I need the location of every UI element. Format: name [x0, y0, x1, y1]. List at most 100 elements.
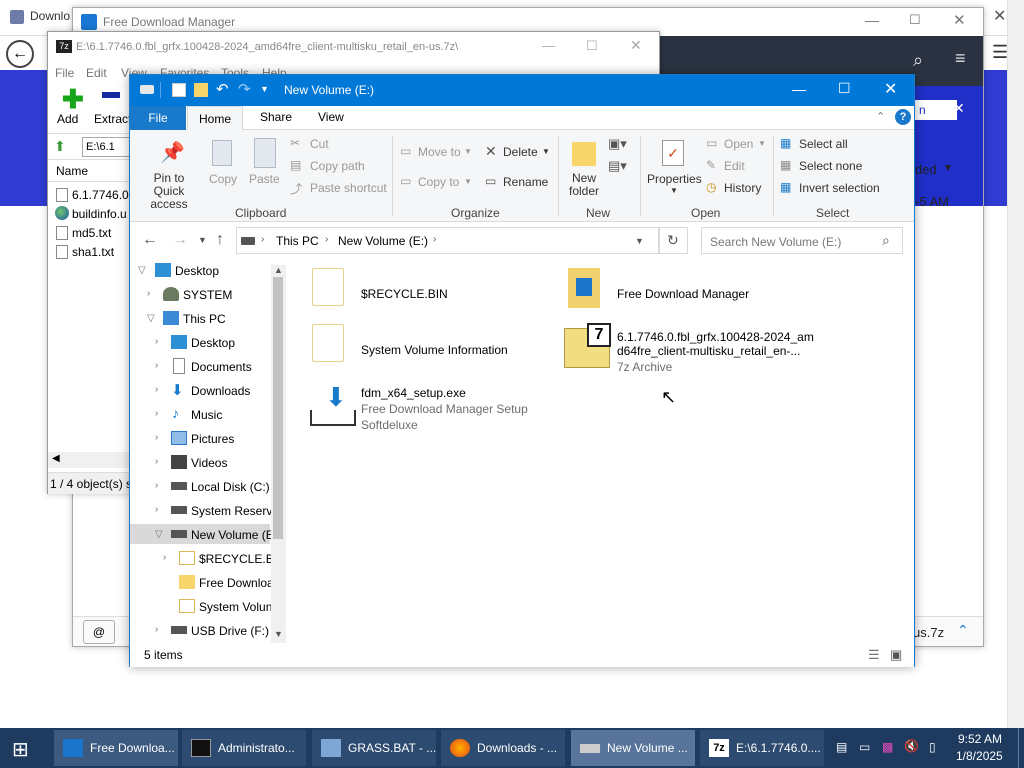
undo-icon[interactable]: ↶ [216, 80, 229, 98]
new-folder-button[interactable]: New folder [562, 136, 606, 202]
minimize-icon[interactable]: — [792, 81, 806, 97]
tab-view[interactable]: View [318, 110, 344, 124]
minimize-icon[interactable]: — [865, 12, 879, 28]
scroll-up-icon[interactable]: ▲ [274, 265, 283, 275]
tab-home[interactable]: Home [187, 106, 243, 131]
edit-button[interactable]: ✎ Edit [706, 158, 766, 176]
nav-item-desktop[interactable]: › Desktop [130, 332, 270, 352]
extract-button[interactable]: Extract [92, 84, 132, 132]
list-item[interactable]: md5.txt [54, 224, 130, 242]
easy-access-icon[interactable]: ▤▾ [608, 158, 628, 176]
list-item[interactable]: Free Download Manager [564, 268, 864, 316]
details-view-icon[interactable]: ☰ [868, 647, 880, 663]
customize-qat-icon[interactable]: ▼ [260, 84, 269, 94]
chevron-up-icon[interactable]: ⌃ [876, 110, 885, 123]
rename-button[interactable]: ▭ Rename [485, 174, 555, 192]
chevron-up-icon[interactable]: ⌃ [957, 622, 969, 639]
scroll-thumb[interactable] [273, 277, 283, 539]
tab-share[interactable]: Share [260, 110, 292, 124]
menu-file[interactable]: File [55, 66, 74, 80]
snail-icon[interactable]: @ [83, 620, 115, 644]
search-icon[interactable]: ⌕ [913, 50, 923, 71]
large-icons-view-icon[interactable]: ▣ [890, 647, 902, 663]
address-bar[interactable]: › This PC › New Volume (E:) › ▼ [236, 227, 660, 254]
scroll-down-icon[interactable]: ▼ [274, 629, 283, 639]
nav-item-system-reserved[interactable]: › System Reserve [130, 500, 279, 520]
forward-arrow-icon[interactable]: → [172, 231, 188, 249]
browser-tab-title[interactable]: Downlo [30, 9, 70, 23]
refresh-button[interactable]: ↻ [658, 227, 688, 254]
taskbar-app-explorer[interactable]: New Volume ... [571, 730, 695, 766]
chevron-left-icon[interactable]: ◀ [52, 453, 60, 464]
tab-file[interactable]: File [130, 106, 186, 130]
list-item[interactable]: $RECYCLE.BIN [308, 268, 540, 316]
paste-button[interactable]: Paste [246, 136, 286, 202]
clock-time[interactable]: 9:52 AM [958, 732, 1002, 746]
clock-date[interactable]: 1/8/2025 [956, 749, 1003, 763]
up-arrow-icon[interactable]: ↑ [216, 231, 224, 249]
list-item[interactable]: 7 6.1.7746.0.fbl_grfx.100428-2024_am d64… [560, 323, 900, 378]
taskbar-app-grass[interactable]: GRASS.BAT - ... [312, 730, 436, 766]
maximize-icon[interactable]: ☐ [909, 12, 921, 28]
copy-to-button[interactable]: ▭ Copy to ▼ [400, 174, 478, 192]
move-to-button[interactable]: ▭ Move to ▼ [400, 144, 478, 162]
add-button[interactable]: ✚ Add [52, 84, 92, 132]
recent-locations-icon[interactable]: ▼ [198, 235, 207, 245]
fdm-tab-close-icon[interactable]: ✕ [953, 100, 965, 117]
taskbar-app-cmd[interactable]: Administrato... [182, 730, 306, 766]
browser-close-icon[interactable]: ✕ [993, 6, 1006, 26]
history-button[interactable]: ◷ History [706, 180, 766, 198]
nav-item-this-pc[interactable]: ▽ This PC [130, 308, 270, 328]
properties-qat-icon[interactable] [172, 83, 186, 97]
nav-item-system-volume[interactable]: System Volun [130, 596, 272, 616]
nav-item-downloads[interactable]: › ⬇ Downloads [130, 380, 270, 400]
new-item-icon[interactable]: ▣▾ [608, 136, 628, 154]
maximize-icon[interactable]: ☐ [586, 38, 598, 54]
copy-path-button[interactable]: ▤ Copy path [290, 158, 390, 176]
list-item[interactable]: System Volume Information [308, 324, 540, 372]
nav-item-videos[interactable]: › Videos [130, 452, 270, 472]
paste-shortcut-button[interactable]: ⤴ Paste shortcut [290, 180, 390, 198]
menu-icon[interactable]: ☰ [992, 42, 1008, 63]
nav-item-documents[interactable]: › Documents [130, 356, 270, 376]
nav-item-new-volume[interactable]: ▽ New Volume (E [130, 524, 274, 544]
pin-button[interactable]: 📌 Pin to Quick access [136, 136, 202, 211]
taskbar-app-firefox[interactable]: Downloads - ... [441, 730, 565, 766]
windows-start-icon[interactable]: ⊞ [12, 737, 29, 762]
tray-battery-icon[interactable]: ▯ [929, 740, 936, 754]
nav-item-usb-drive[interactable]: › USB Drive (F:) [130, 620, 270, 640]
tray-volume-muted-icon[interactable]: 🔇 [904, 739, 919, 753]
list-item[interactable]: 6.1.7746.0.fb [54, 186, 142, 204]
properties-button[interactable]: ✓ Properties ▼ [644, 136, 704, 202]
tray-color-icon[interactable]: ▩ [882, 740, 893, 754]
select-none-button[interactable]: ▦ Select none [780, 158, 890, 176]
list-item[interactable]: sha1.txt [54, 243, 130, 261]
minimize-icon[interactable]: — [542, 38, 555, 53]
copy-button[interactable]: Copy [206, 136, 242, 202]
nav-scrollbar[interactable]: ▲ ▼ [271, 265, 286, 643]
tray-network-icon[interactable]: ▤ [836, 740, 847, 754]
tray-display-icon[interactable]: ▭ [859, 740, 870, 754]
breadcrumb-volume[interactable]: New Volume (E:) [338, 234, 428, 248]
back-arrow-icon[interactable]: ← [142, 231, 158, 249]
taskbar-app-fdm[interactable]: Free Downloa... [54, 730, 178, 766]
nav-item-desktop-root[interactable]: ▽ Desktop [130, 260, 270, 280]
cut-button[interactable]: ✂ Cut [290, 136, 390, 154]
help-icon[interactable]: ? [895, 109, 911, 125]
invert-selection-button[interactable]: ▦ Invert selection [780, 180, 900, 198]
list-item[interactable]: ⬇ fdm_x64_setup.exe Free Download Manage… [308, 382, 558, 438]
nav-item-local-disk[interactable]: › Local Disk (C:) [130, 476, 270, 496]
nav-item-pictures[interactable]: › Pictures [130, 428, 270, 448]
nav-item-music[interactable]: › ♪ Music [130, 404, 270, 424]
nav-item-recycle-bin[interactable]: › $RECYCLE.BIN [130, 548, 286, 568]
fdm-filter[interactable]: ded [915, 162, 937, 177]
maximize-icon[interactable]: ☐ [838, 80, 851, 97]
close-icon[interactable]: ✕ [630, 37, 642, 54]
browser-scrollbar[interactable] [1007, 0, 1024, 728]
hamburger-icon[interactable]: ≡ [955, 48, 966, 69]
nav-item-free-download[interactable]: Free Downloa [130, 572, 274, 592]
nav-item-system[interactable]: › SYSTEM [130, 284, 270, 304]
taskbar-app-sevenzip[interactable]: 7z E:\6.1.7746.0.... [700, 730, 824, 766]
select-all-button[interactable]: ▦ Select all [780, 136, 890, 154]
up-icon[interactable]: ⬆ [54, 138, 66, 155]
